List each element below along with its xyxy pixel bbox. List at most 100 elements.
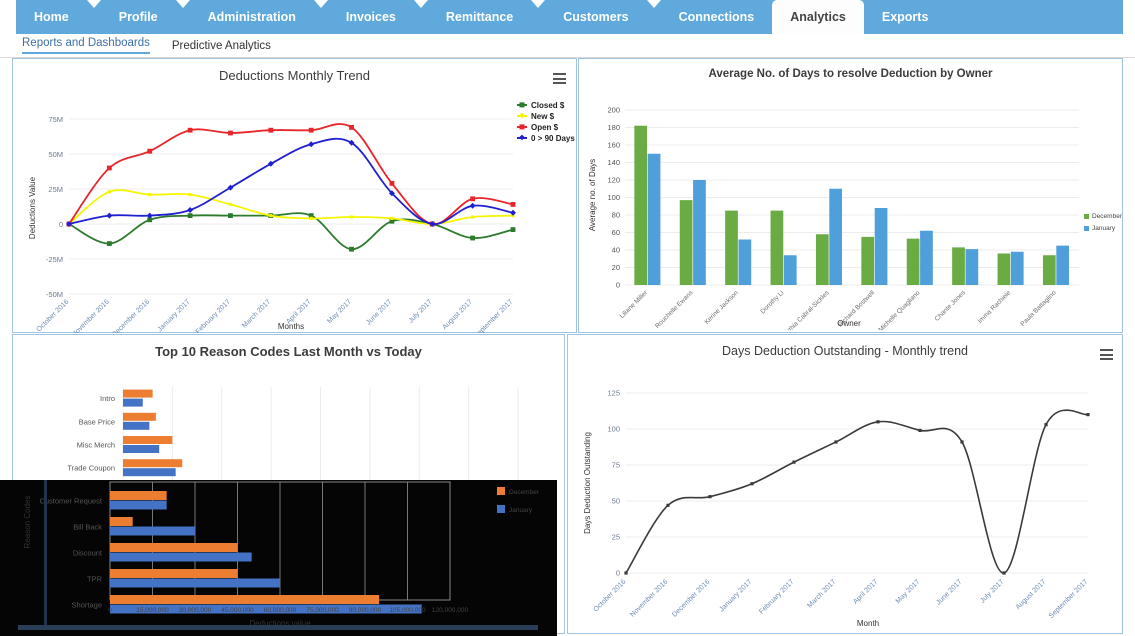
legend-marker <box>519 112 525 119</box>
bar-group <box>634 125 1070 285</box>
data-point <box>792 460 796 464</box>
nav-notch-icon <box>531 0 546 34</box>
x-tick-label: November 2016 <box>71 298 111 333</box>
category-label: Discount <box>73 549 103 558</box>
x-tick-label: Kerine Jackson <box>704 289 741 326</box>
y-tick: -50M <box>46 290 63 299</box>
hamburger-menu-icon[interactable] <box>1100 349 1113 360</box>
x-axis-tick-labels: October 2016 November 2016 December 2016 Ja… <box>35 298 514 333</box>
x-tick-label: 90,000,000 <box>349 607 382 614</box>
chart-title: Days Deduction Outstanding - Monthly tre… <box>722 344 968 358</box>
bar <box>110 569 238 578</box>
nav-notch-icon <box>86 0 101 34</box>
x-tick-label: 60,000,000 <box>264 607 297 614</box>
legend-swatch <box>1084 226 1089 231</box>
data-point <box>469 202 476 209</box>
data-point <box>470 196 476 202</box>
bar <box>679 200 693 285</box>
chart-panel-avg-days-by-owner: Average No. of Days to resolve Deduction… <box>578 58 1123 333</box>
deductions-monthly-trend-svg: 75M 50M 25M 0 -25M -50M Deductions Value… <box>28 101 575 333</box>
x-tick-label: 120,000,000 <box>432 607 469 614</box>
data-point <box>188 193 192 197</box>
x-tick-label: December 2016 <box>111 298 151 333</box>
bar <box>874 208 888 285</box>
data-point <box>1044 423 1048 427</box>
x-tick-label: October 2016 <box>592 578 627 613</box>
x-axis-title: Months <box>278 322 304 331</box>
bar <box>123 421 150 430</box>
bar <box>906 238 920 285</box>
chart-title: Average No. of Days to resolve Deduction… <box>708 68 993 80</box>
legend-label: December <box>1092 213 1122 220</box>
x-tick-label: 75,000,000 <box>306 607 339 614</box>
y-tick: 50M <box>48 150 63 159</box>
nav-tab-label: Remittance <box>445 10 514 24</box>
hamburger-menu-icon[interactable] <box>553 73 566 84</box>
data-point <box>107 190 111 194</box>
nav-tab-exports[interactable]: Exports <box>863 0 947 34</box>
subnav-item-reports-and-dashboards[interactable]: Reports and Dashboards <box>22 37 150 54</box>
legend-label: Closed $ <box>531 101 565 110</box>
bar <box>110 517 133 526</box>
chart-legend: Closed $ New $ Open $ 0 > 90 Days <box>517 101 575 143</box>
x-tick-label: August 2017 <box>441 298 474 331</box>
bar <box>123 412 156 421</box>
data-point <box>470 235 476 241</box>
bar <box>647 153 661 285</box>
data-point <box>187 213 193 218</box>
x-tick-label: February 2017 <box>758 578 795 615</box>
data-point <box>471 215 475 219</box>
x-tick-label: 45,000,000 <box>221 607 254 614</box>
subnav-item-predictive-analytics[interactable]: Predictive Analytics <box>172 40 271 52</box>
nav-notch-icon <box>646 0 661 34</box>
category-label: Intro <box>100 394 115 403</box>
data-point <box>918 428 922 433</box>
nav-tab-customers[interactable]: Customers <box>545 0 647 34</box>
bar <box>110 491 167 500</box>
x-tick-label: Imma Rachiele <box>977 289 1013 325</box>
nav-tab-administration[interactable]: Administration <box>189 0 314 34</box>
legend-label: January <box>509 507 533 514</box>
nav-tab-label: Exports <box>881 10 929 24</box>
nav-tab-analytics[interactable]: Analytics <box>772 0 864 34</box>
gridlines <box>626 392 1088 574</box>
y-tick: 80 <box>612 211 620 220</box>
nav-tab-home[interactable]: Home <box>16 0 87 34</box>
legend-label: Open $ <box>531 123 559 132</box>
bar <box>829 188 843 285</box>
y-tick: 75M <box>48 115 63 124</box>
y-tick: 20 <box>612 263 620 272</box>
y-axis-ticks: 0 25 50 75 100 125 <box>607 389 620 578</box>
bar <box>952 247 965 285</box>
data-point <box>308 141 315 148</box>
data-point <box>876 420 880 424</box>
bar <box>110 578 280 588</box>
bar <box>1042 255 1056 285</box>
x-tick-label: February 2017 <box>195 298 232 333</box>
nav-tab-remittance[interactable]: Remittance <box>427 0 532 34</box>
bar <box>965 249 979 285</box>
category-label: Customer Request <box>39 497 102 506</box>
nav-tab-label: Home <box>34 10 69 24</box>
nav-tab-invoices[interactable]: Invoices <box>327 0 414 34</box>
nav-tab-connections[interactable]: Connections <box>660 0 773 34</box>
legend-marker <box>519 102 525 108</box>
legend-label: January <box>1092 225 1116 232</box>
chart-title: Top 10 Reason Codes Last Month vs Today <box>155 344 422 359</box>
x-tick-label: December 2016 <box>671 578 711 618</box>
chart-panel-days-deduction-outstanding: Days Deduction Outstanding - Monthly tre… <box>567 334 1123 634</box>
category-label: Bill Back <box>73 523 102 532</box>
bar <box>123 389 153 398</box>
x-axis-title: Month <box>857 619 879 628</box>
bar <box>123 436 173 444</box>
y-tick: 100 <box>607 425 620 434</box>
bar <box>920 230 933 285</box>
legend-marker <box>519 134 525 141</box>
y-axis-ticks: 75M 50M 25M 0 -25M -50M <box>46 115 63 299</box>
legend-label: New $ <box>531 112 555 121</box>
nav-tab-profile[interactable]: Profile <box>100 0 176 34</box>
x-tick-label: April 2017 <box>852 578 879 605</box>
x-tick-label: August 2017 <box>1015 578 1048 611</box>
x-tick-label: Michelle Quagliano <box>877 289 921 330</box>
y-axis-title: Deductions Value <box>28 176 37 239</box>
